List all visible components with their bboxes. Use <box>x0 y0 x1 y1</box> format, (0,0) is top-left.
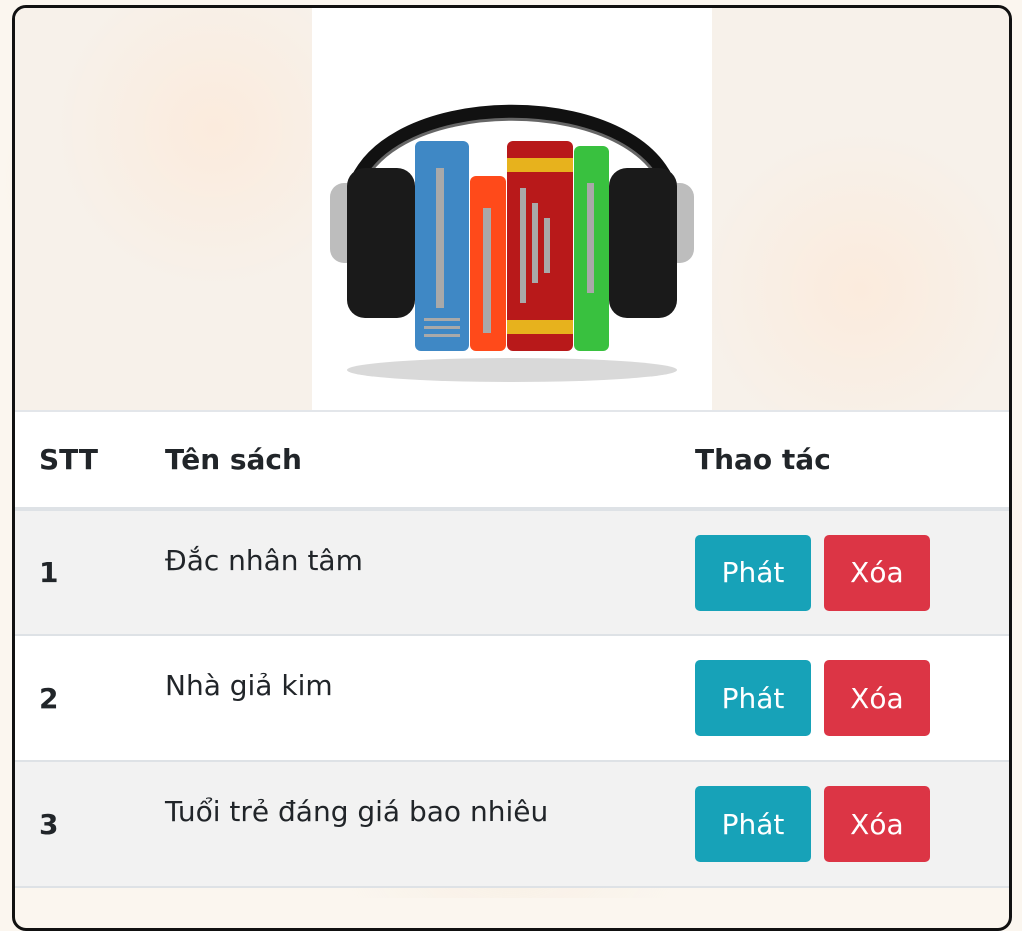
row-book-name: Nhà giả kim <box>165 669 333 702</box>
table-header-row: STT Tên sách Thao tác <box>15 411 1009 509</box>
row-actions: Phát Xóa <box>671 635 1009 761</box>
play-button[interactable]: Phát <box>695 660 811 736</box>
delete-button[interactable]: Xóa <box>823 660 930 736</box>
table-row: 2 Nhà giả kim Phát Xóa <box>15 635 1009 761</box>
row-book-name: Tuổi trẻ đáng giá bao nhiêu <box>165 795 549 828</box>
row-stt: 2 <box>39 681 59 715</box>
row-actions: Phát Xóa <box>671 509 1009 635</box>
banner <box>15 8 1009 410</box>
table-row: 3 Tuổi trẻ đáng giá bao nhiêu Phát Xóa <box>15 761 1009 887</box>
book-table: STT Tên sách Thao tác 1 Đắc nhân tâm Phá… <box>15 410 1009 888</box>
row-book-name: Đắc nhân tâm <box>165 544 363 577</box>
row-actions: Phát Xóa <box>671 761 1009 887</box>
header-name: Tên sách <box>165 443 302 476</box>
play-button[interactable]: Phát <box>695 786 811 862</box>
row-stt: 3 <box>39 807 59 841</box>
headphones-books-icon <box>330 104 694 382</box>
delete-button[interactable]: Xóa <box>823 534 930 611</box>
delete-button[interactable]: Xóa <box>823 786 930 862</box>
play-button[interactable]: Phát <box>695 534 811 611</box>
row-stt: 1 <box>39 556 59 589</box>
table-row: 1 Đắc nhân tâm Phát Xóa <box>15 509 1009 635</box>
header-actions: Thao tác <box>695 443 831 476</box>
audiobook-logo <box>312 8 712 410</box>
header-stt: STT <box>39 443 99 476</box>
book-card: STT Tên sách Thao tác 1 Đắc nhân tâm Phá… <box>12 5 1012 931</box>
